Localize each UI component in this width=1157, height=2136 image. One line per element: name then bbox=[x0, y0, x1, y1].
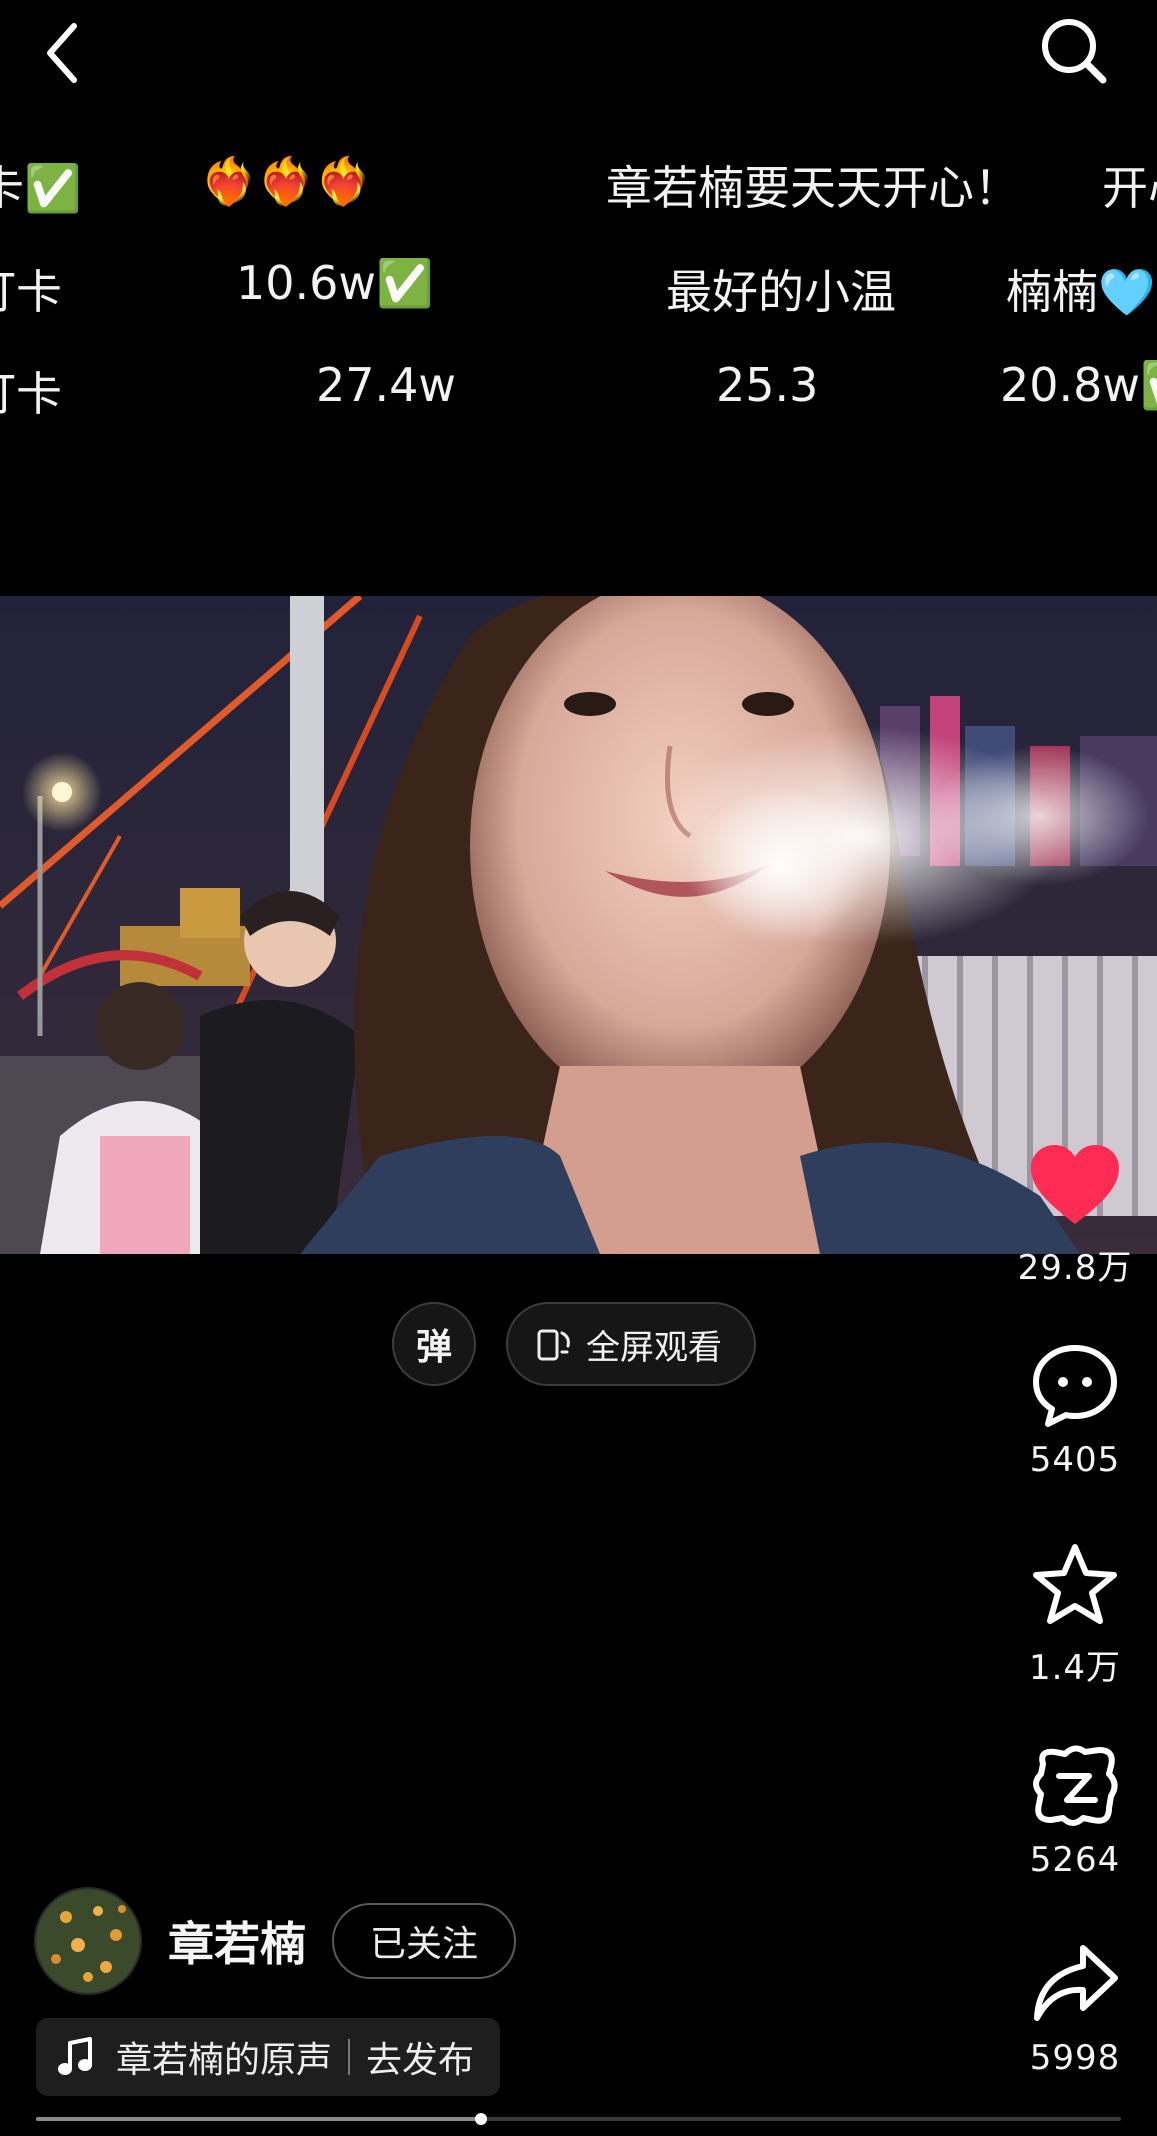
music-title: 章若楠的原声 bbox=[116, 2040, 333, 2081]
author-info: 章若楠 已关注 bbox=[34, 1886, 517, 1996]
danmaku-item: 10.6w✅ bbox=[236, 256, 434, 310]
music-note-icon bbox=[58, 2037, 92, 2075]
share-button[interactable]: 5998 bbox=[1000, 1940, 1150, 2078]
share-friend-icon bbox=[1033, 1745, 1118, 1826]
publish-action[interactable]: 去发布 bbox=[366, 2031, 474, 2083]
like-count: 29.8万 bbox=[1017, 1248, 1133, 1288]
danmaku-item: 打卡 bbox=[0, 367, 62, 421]
progress-knob[interactable] bbox=[474, 2113, 487, 2125]
follow-button[interactable]: 已关注 bbox=[332, 1903, 517, 1979]
danmaku-toggle-label: 弹 bbox=[415, 1327, 452, 1368]
share-count: 5998 bbox=[1029, 2038, 1121, 2078]
danmaku-item: ❤️‍🔥❤️‍🔥❤️‍🔥 bbox=[200, 154, 372, 208]
video-player[interactable] bbox=[0, 596, 1157, 1254]
fullscreen-button[interactable]: 全屏观看 bbox=[506, 1302, 756, 1386]
fullscreen-label: 全屏观看 bbox=[586, 1327, 722, 1368]
like-button[interactable]: 29.8万 bbox=[1000, 1144, 1150, 1289]
top-bar bbox=[0, 0, 1157, 110]
danmaku-layer: 卡✅ ❤️‍🔥❤️‍🔥❤️‍🔥 章若楠要天天开心！ 开心 打卡 10.6w✅ 最… bbox=[0, 130, 1157, 460]
danmaku-item: 章若楠要天天开心！ bbox=[606, 161, 1020, 215]
danmaku-item: 27.4w bbox=[316, 358, 457, 412]
heart-icon bbox=[1031, 1145, 1119, 1224]
video-frame bbox=[0, 596, 1157, 1254]
avatar[interactable] bbox=[34, 1887, 142, 1995]
search-icon bbox=[1042, 19, 1107, 84]
fullscreen-rotate-icon bbox=[537, 1329, 570, 1361]
share-friend-count: 5264 bbox=[1029, 1840, 1121, 1880]
back-button[interactable] bbox=[40, 18, 90, 88]
share-to-friend-button[interactable]: 5264 bbox=[1000, 1742, 1150, 1880]
music-bar[interactable]: 章若楠的原声 去发布 bbox=[36, 2018, 501, 2096]
comment-icon bbox=[1033, 1345, 1117, 1427]
video-progress-bar[interactable] bbox=[36, 2113, 1121, 2125]
comment-count: 5405 bbox=[1029, 1440, 1121, 1480]
comment-button[interactable]: 5405 bbox=[1000, 1342, 1150, 1480]
share-arrow-icon bbox=[1034, 1945, 1118, 2021]
search-button[interactable] bbox=[1037, 14, 1109, 86]
music-divider bbox=[348, 2039, 351, 2075]
danmaku-item: 25.3 bbox=[716, 358, 819, 412]
danmaku-toggle-button[interactable]: 弹 bbox=[392, 1302, 476, 1386]
danmaku-item: 最好的小温 bbox=[666, 265, 896, 319]
danmaku-item: 打卡 bbox=[0, 265, 62, 319]
favorite-count: 1.4万 bbox=[1028, 1648, 1122, 1688]
video-controls: 弹 全屏观看 bbox=[392, 1302, 756, 1386]
star-icon bbox=[1033, 1544, 1117, 1624]
danmaku-item: 开心 bbox=[1102, 161, 1157, 215]
avatar-image bbox=[36, 1889, 140, 1993]
danmaku-item: 楠楠🩵 bbox=[1006, 265, 1156, 319]
chevron-left-icon bbox=[47, 23, 77, 83]
danmaku-item: 卡✅ bbox=[0, 161, 82, 215]
progress-fill bbox=[36, 2117, 481, 2121]
follow-label: 已关注 bbox=[370, 1924, 479, 1965]
danmaku-item: 20.8w✅ bbox=[1000, 358, 1157, 412]
favorite-button[interactable]: 1.4万 bbox=[1000, 1542, 1150, 1689]
author-name[interactable]: 章若楠 bbox=[168, 1908, 306, 1974]
